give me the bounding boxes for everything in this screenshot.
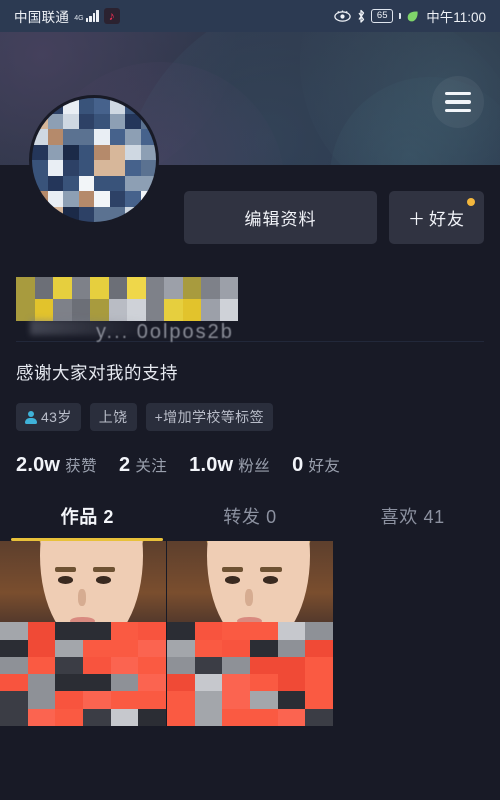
- clock-label: 中午11:00: [426, 10, 486, 25]
- avatar-pixelated-image: [32, 98, 156, 222]
- bluetooth-icon: [356, 9, 366, 24]
- battery-cap-icon: [399, 13, 402, 19]
- hamburger-menu-icon[interactable]: [432, 76, 484, 128]
- fans-stat-label: 粉丝: [238, 458, 271, 475]
- likes-stat-value: 2.0w: [16, 454, 61, 476]
- profile-bio: 感谢大家对我的支持: [16, 363, 178, 383]
- edit-profile-button[interactable]: 编辑资料: [184, 191, 377, 244]
- username-block: y... 0olpos2b: [16, 271, 484, 343]
- tab-works[interactable]: 作品 2: [6, 503, 169, 541]
- video-grid: [0, 541, 500, 726]
- tab-likes-label: 喜欢 41: [380, 507, 445, 527]
- tab-reposts[interactable]: 转发 0: [169, 503, 332, 541]
- add-school-tag[interactable]: +增加学校等标签: [145, 403, 273, 431]
- location-tag[interactable]: 上饶: [89, 403, 137, 431]
- carrier-label: 中国联通: [14, 10, 70, 25]
- age-tag[interactable]: 43岁: [16, 403, 81, 431]
- profile-section: 编辑资料 ＋ 好友 y... 0olpos2b 感谢大家对我的支持 43岁 上饶…: [0, 98, 500, 477]
- status-bar: 中国联通 4G ♪ 65 中午11:00: [0, 0, 500, 32]
- section-divider: [16, 341, 484, 342]
- avatar[interactable]: [32, 98, 156, 222]
- new-indicator-dot: [467, 198, 475, 206]
- thumbnail-redaction-1: [0, 622, 166, 726]
- status-bar-right: 65 中午11:00: [334, 6, 486, 26]
- video-thumbnail-2[interactable]: [167, 541, 333, 726]
- age-tag-label: 43岁: [41, 409, 72, 425]
- add-friend-label: 好友: [429, 210, 465, 229]
- network-indicator: 4G: [74, 10, 99, 22]
- content-tabs: 作品 2 转发 0 喜欢 41: [0, 503, 500, 541]
- fans-stat-value: 1.0w: [189, 454, 234, 476]
- tab-works-label: 作品 2: [60, 507, 115, 527]
- profile-stats: 2.0w 获赞 2 关注 1.0w 粉丝 0 好友: [16, 454, 484, 477]
- fans-stat[interactable]: 1.0w 粉丝: [189, 454, 270, 477]
- tab-reposts-label: 转发 0: [223, 507, 277, 527]
- network-type-label: 4G: [74, 15, 84, 22]
- douyin-icon: ♪: [103, 8, 120, 24]
- plus-icon: ＋: [408, 210, 426, 229]
- username-ghost-text: y... 0olpos2b: [96, 321, 234, 343]
- following-stat-label: 关注: [135, 458, 168, 475]
- redaction-mosaic: [0, 622, 166, 726]
- likes-stat-label: 获赞: [65, 458, 97, 475]
- status-bar-left: 中国联通 4G ♪: [14, 6, 120, 26]
- friends-stat-label: 好友: [308, 458, 341, 475]
- grid-empty-space: [334, 541, 500, 726]
- profile-tags: 43岁 上饶 +增加学校等标签: [16, 403, 484, 431]
- battery-indicator: 65: [371, 9, 394, 23]
- likes-stat[interactable]: 2.0w 获赞: [16, 454, 97, 477]
- add-friend-button[interactable]: ＋ 好友: [389, 191, 484, 244]
- person-icon: [25, 410, 37, 424]
- redaction-mosaic: [167, 622, 333, 726]
- video-thumbnail-1[interactable]: [0, 541, 166, 726]
- following-stat[interactable]: 2 关注: [119, 454, 167, 477]
- power-saving-leaf-icon: [406, 10, 419, 23]
- friends-stat-value: 0: [292, 454, 304, 476]
- add-school-tag-label: +增加学校等标签: [154, 409, 264, 425]
- signal-bars-icon: [85, 10, 99, 22]
- location-tag-label: 上饶: [98, 409, 128, 425]
- eye-protection-icon: [334, 10, 351, 23]
- thumbnail-redaction-2: [167, 622, 333, 726]
- friends-stat[interactable]: 0 好友: [292, 454, 340, 477]
- tab-likes[interactable]: 喜欢 41: [331, 503, 494, 541]
- following-stat-value: 2: [118, 454, 131, 476]
- username-pixelated: [16, 277, 238, 321]
